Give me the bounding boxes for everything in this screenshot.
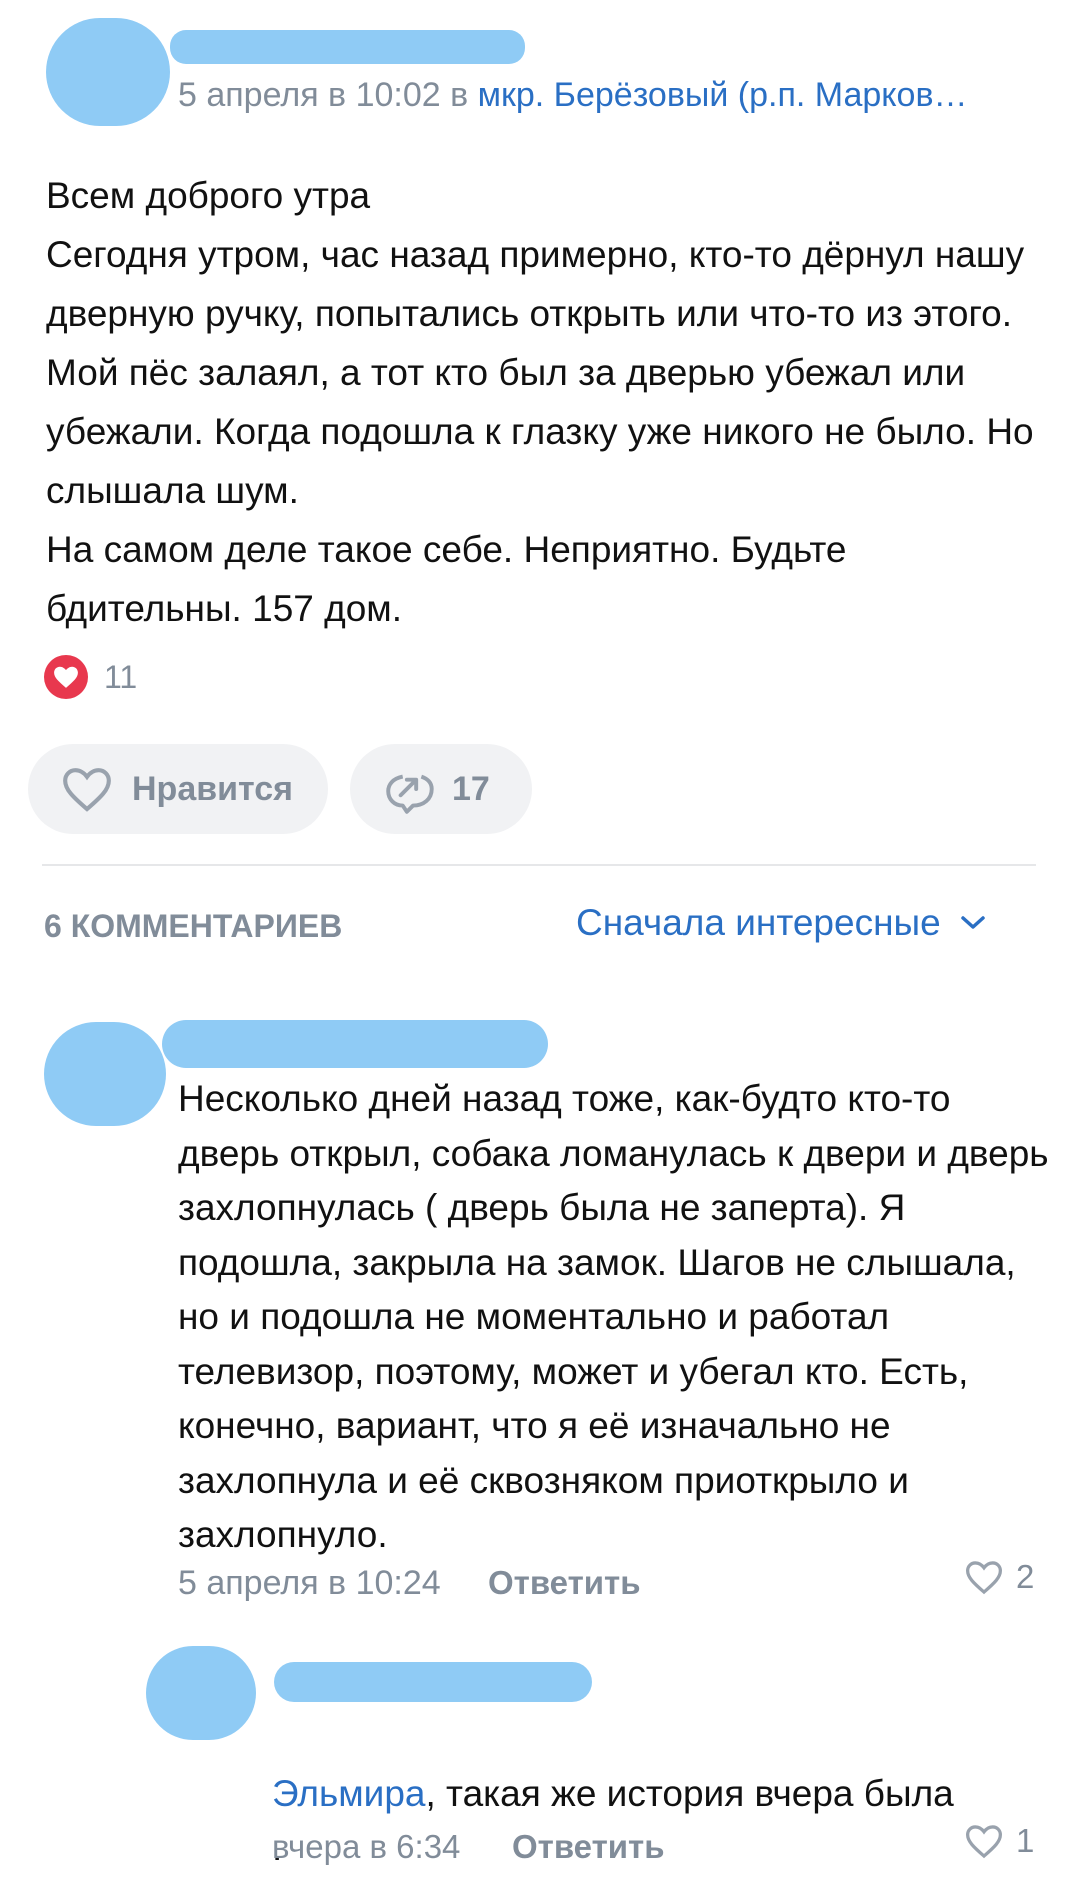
reply-button[interactable]: Ответить — [488, 1564, 641, 1602]
reply-author-redacted[interactable] — [274, 1662, 592, 1702]
post-meta-in: в — [450, 76, 469, 114]
comment-text: Несколько дней назад тоже, как-будто кто… — [178, 1078, 1049, 1555]
heart-outline-icon — [60, 765, 114, 813]
reactions-count: 11 — [104, 658, 138, 695]
author-avatar[interactable] — [46, 18, 170, 126]
comments-count: 6 КОММЕНТАРИЕВ — [44, 908, 343, 944]
reply-button[interactable]: Ответить — [512, 1828, 665, 1866]
chevron-down-icon — [959, 914, 987, 932]
sort-label: Сначала интересные — [576, 902, 941, 943]
mention-link[interactable]: Эльмира — [272, 1773, 426, 1814]
share-button[interactable]: 17 — [350, 744, 532, 834]
reply-like-button[interactable]: 1 — [964, 1822, 1034, 1860]
like-label: Нравится — [132, 769, 293, 808]
post-meta: 5 апреля в 10:02 в мкр. Берёзовый (р.п. … — [178, 76, 968, 115]
divider — [42, 864, 1036, 866]
comment-like-button[interactable]: 2 — [964, 1558, 1034, 1596]
post-location-link[interactable]: мкр. Берёзовый (р.п. Марков… — [478, 76, 968, 114]
comment-date: 5 апреля в 10:24 — [178, 1564, 441, 1602]
heart-outline-icon — [964, 1823, 1004, 1859]
comment-author-redacted[interactable] — [162, 1020, 548, 1068]
author-name-redacted[interactable] — [170, 30, 525, 64]
reply-like-count: 1 — [1016, 1822, 1035, 1859]
heart-outline-icon — [964, 1559, 1004, 1595]
share-icon — [382, 764, 440, 814]
share-count: 17 — [452, 769, 490, 808]
reply-date: вчера в 6:34 — [272, 1828, 461, 1865]
sort-dropdown[interactable]: Сначала интересные — [576, 902, 987, 944]
post-text: Всем доброго утра Сегодня утром, час наз… — [46, 175, 1034, 629]
comment-like-count: 2 — [1016, 1558, 1035, 1595]
heart-reaction-icon — [44, 655, 88, 699]
reactions-summary[interactable]: 11 — [44, 655, 137, 699]
reply-avatar[interactable] — [146, 1646, 256, 1740]
comment-avatar[interactable] — [44, 1022, 166, 1126]
post-date: 5 апреля в 10:02 — [178, 76, 441, 114]
like-button[interactable]: Нравится — [28, 744, 328, 834]
